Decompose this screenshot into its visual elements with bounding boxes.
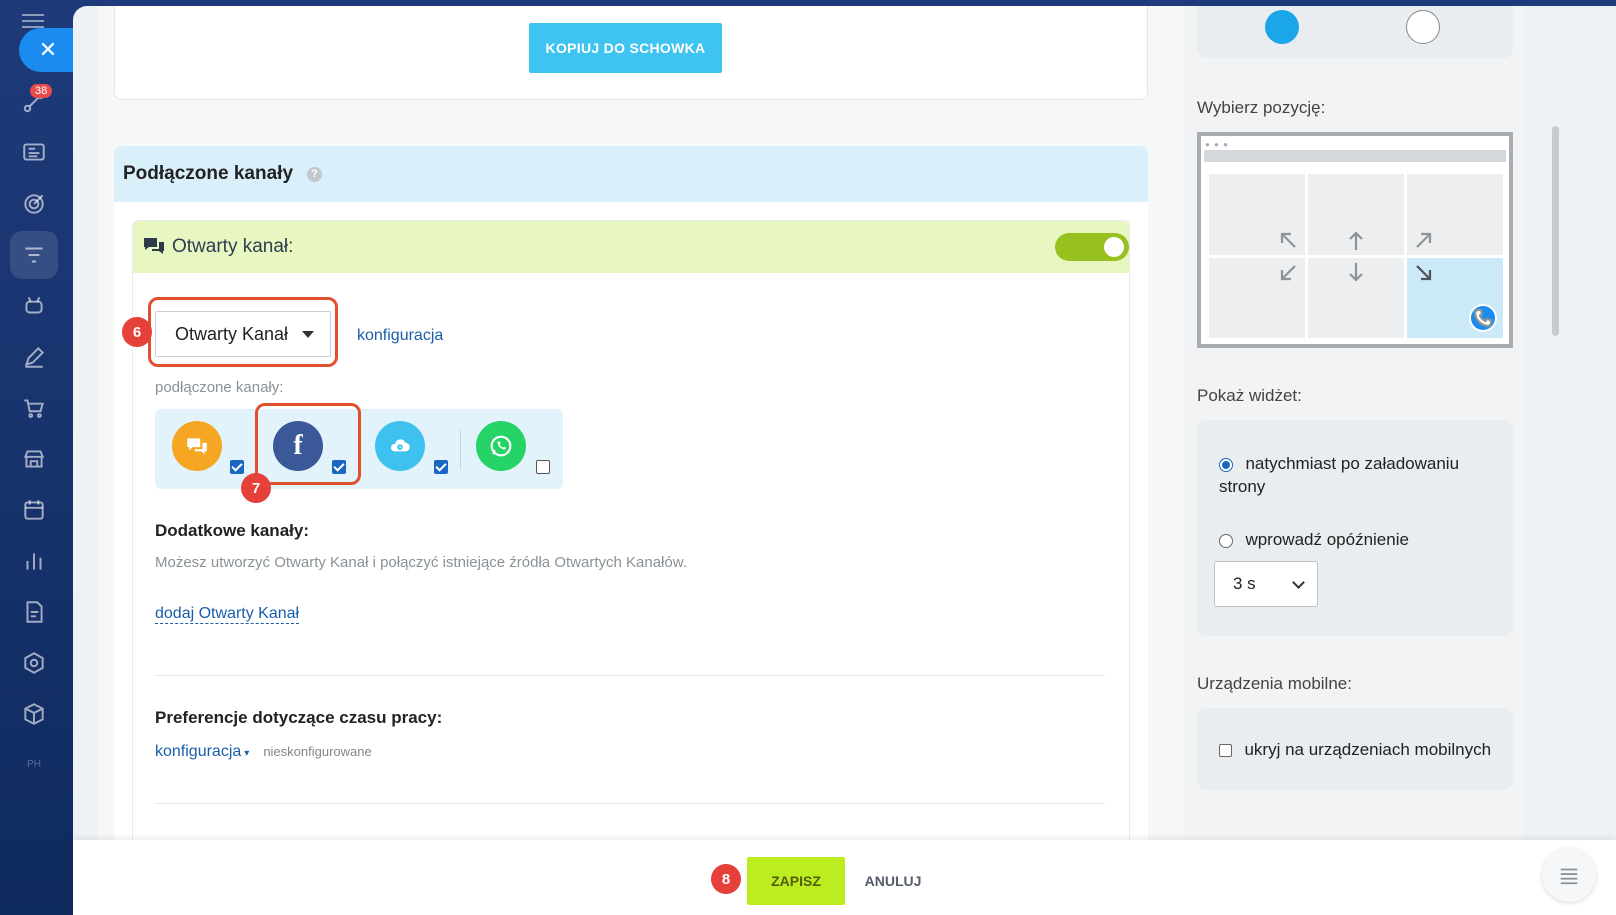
content-column: KOPIUJ DO SCHOWKA Podłączone kanały ? Ot… xyxy=(98,6,1201,915)
step-badge: 7 xyxy=(241,473,271,503)
mobile-box: ukryj na urządzeniach mobilnych xyxy=(1197,708,1513,790)
option-delay[interactable]: wprowadź opóźnienie xyxy=(1219,530,1409,550)
worktime-status: nieskonfigurowane xyxy=(263,744,372,759)
worktime-title: Preferencje dotyczące czasu pracy: xyxy=(155,708,443,727)
mobile-hide-label: ukryj na urządzeniach mobilnych xyxy=(1244,740,1492,759)
arrow-down-left-icon xyxy=(1280,264,1296,280)
position-grid xyxy=(1209,174,1503,338)
add-open-channel-link[interactable]: dodaj Otwarty Kanał xyxy=(155,605,300,624)
menu-fab[interactable] xyxy=(1542,848,1596,902)
open-channel-card: Otwarty kanał: Otwarty Kanał 6 konfigura… xyxy=(122,220,1130,915)
robot-icon[interactable] xyxy=(10,282,58,330)
position-label: Wybierz pozycję: xyxy=(1197,98,1326,117)
show-widget-box: natychmiast po załadowaniu strony wprowa… xyxy=(1197,420,1513,636)
step-badge: 6 xyxy=(122,317,152,347)
arrow-up-left-icon xyxy=(1280,232,1296,248)
delay-select[interactable]: 3 s xyxy=(1214,561,1318,607)
notification-badge: 38 xyxy=(30,84,53,98)
show-widget-label: Pokaż widżet: xyxy=(1197,386,1302,405)
mobile-hide-option[interactable]: ukryj na urządzeniach mobilnych xyxy=(1219,740,1491,760)
divider xyxy=(155,803,1105,804)
list-icon xyxy=(1560,868,1578,885)
scrollbar[interactable] xyxy=(1552,126,1559,336)
open-channel-toggle[interactable] xyxy=(1055,233,1129,261)
arrow-up-icon xyxy=(1349,230,1363,250)
cloud-channel-checkbox[interactable] xyxy=(434,460,448,474)
chat-bubbles-icon xyxy=(144,238,164,254)
whatsapp-icon[interactable] xyxy=(476,421,526,471)
position-top-right[interactable] xyxy=(1407,174,1503,255)
section-header: Podłączone kanały ? xyxy=(114,146,1148,202)
position-bottom-right[interactable] xyxy=(1407,257,1503,338)
browser-bar xyxy=(1204,150,1506,162)
document-icon[interactable] xyxy=(10,588,58,636)
close-panel-button[interactable]: ✕ xyxy=(19,28,77,72)
divider xyxy=(155,675,1105,676)
color-option-blue[interactable] xyxy=(1265,10,1299,44)
cancel-button[interactable]: ANULUJ xyxy=(857,857,929,905)
color-picker-box xyxy=(1197,6,1513,58)
chevron-down-icon xyxy=(1292,576,1305,589)
copy-to-clipboard-button[interactable]: KOPIUJ DO SCHOWKA xyxy=(529,23,722,73)
highlight-frame xyxy=(148,297,338,367)
highlight-frame xyxy=(255,403,361,485)
cart-icon[interactable] xyxy=(10,384,58,432)
color-option-white[interactable] xyxy=(1406,10,1440,44)
cloud-clock-icon[interactable] xyxy=(375,421,425,471)
additional-channels-description: Możesz utworzyć Otwarty Kanał i połączyć… xyxy=(155,554,687,571)
code-card: KOPIUJ DO SCHOWKA xyxy=(114,6,1148,100)
section-title: Podłączone kanały xyxy=(123,163,294,184)
save-button[interactable]: ZAPISZ xyxy=(747,857,845,905)
window-dots: ● ● ● xyxy=(1205,140,1229,149)
filter-icon[interactable] xyxy=(10,231,58,279)
footer-bar: ZAPISZ 8 ANULUJ xyxy=(73,840,1616,915)
mobile-hide-checkbox[interactable] xyxy=(1219,744,1232,758)
radio-immediate[interactable] xyxy=(1219,457,1233,472)
close-icon: ✕ xyxy=(38,37,58,62)
store-icon[interactable] xyxy=(10,435,58,483)
worktime-config-link[interactable]: konfiguracja xyxy=(155,743,241,761)
left-sidebar: 38 PH xyxy=(0,0,73,915)
connected-channels-label: podłączone kanały: xyxy=(155,379,284,396)
position-top-center[interactable] xyxy=(1308,174,1404,255)
configuration-link[interactable]: konfiguracja xyxy=(357,327,443,345)
ph-icon[interactable]: PH xyxy=(10,740,58,788)
position-top-left[interactable] xyxy=(1209,174,1305,255)
chat-icon[interactable] xyxy=(172,421,222,471)
arrow-down-right-icon xyxy=(1416,264,1432,280)
worktime-row: konfiguracja ▾ nieskonfigurowane xyxy=(155,743,372,761)
arrow-up-right-icon xyxy=(1416,232,1432,248)
settings-panel: KOPIUJ DO SCHOWKA Podłączone kanały ? Ot… xyxy=(73,6,1616,915)
position-bottom-left[interactable] xyxy=(1209,257,1305,338)
open-channel-title: Otwarty kanał: xyxy=(172,236,294,257)
caret-down-icon: ▾ xyxy=(244,748,250,759)
option-delay-label: wprowadź opóźnienie xyxy=(1245,530,1409,549)
hexagon-icon[interactable] xyxy=(10,639,58,687)
chart-icon[interactable] xyxy=(10,537,58,585)
pen-icon[interactable] xyxy=(10,333,58,381)
mobile-label: Urządzenia mobilne: xyxy=(1197,674,1352,693)
chat-channel-checkbox[interactable] xyxy=(230,460,244,474)
step-badge: 8 xyxy=(711,864,741,894)
box-icon[interactable] xyxy=(10,690,58,738)
target-icon[interactable] xyxy=(10,180,58,228)
additional-channels-title: Dodatkowe kanały: xyxy=(155,521,309,540)
position-picker: ● ● ● xyxy=(1197,132,1513,348)
whatsapp-channel-checkbox[interactable] xyxy=(536,460,550,474)
option-immediate[interactable]: natychmiast po załadowaniu strony xyxy=(1219,452,1489,498)
arrow-down-icon xyxy=(1349,262,1363,282)
open-channel-header: Otwarty kanał: xyxy=(133,221,1129,273)
widget-settings-column: Wybierz pozycję: ● ● ● Pokaż widżet: nat… xyxy=(1185,6,1525,915)
radio-delay[interactable] xyxy=(1219,533,1233,548)
delay-select-value: 3 s xyxy=(1233,574,1256,593)
position-bottom-center[interactable] xyxy=(1308,257,1404,338)
help-icon[interactable]: ? xyxy=(307,166,323,182)
phone-widget-icon xyxy=(1469,304,1497,332)
connected-channels-section: Podłączone kanały ? Otwarty kanał: Otwar… xyxy=(114,146,1148,915)
news-icon[interactable] xyxy=(10,128,58,176)
divider xyxy=(460,429,461,469)
calendar-icon[interactable] xyxy=(10,486,58,534)
option-immediate-label: natychmiast po załadowaniu strony xyxy=(1219,454,1460,496)
